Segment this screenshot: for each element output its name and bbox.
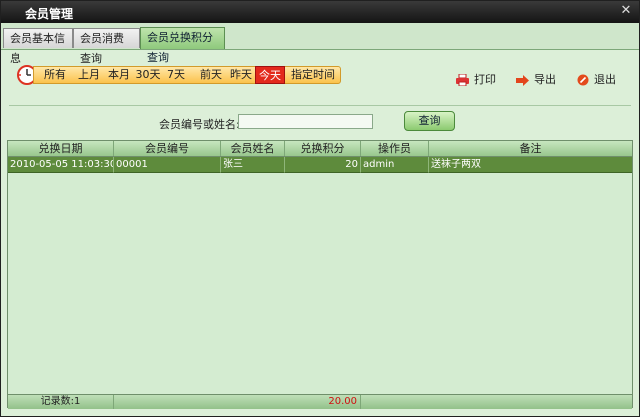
tab-bar: 会员基本信息 会员消费查询 会员兑换积分查询 xyxy=(1,23,639,65)
filter-yesterday[interactable]: 昨天 xyxy=(228,67,254,83)
exit-icon xyxy=(577,74,589,86)
col-operator[interactable]: 操作员 xyxy=(361,141,429,156)
export-label: 导出 xyxy=(534,73,556,86)
cell-date: 2010-05-05 11:03:30 xyxy=(8,157,114,173)
cell-member-no: 00001 xyxy=(114,157,221,173)
member-search-input[interactable] xyxy=(238,114,373,129)
col-exchange-points[interactable]: 兑换积分 xyxy=(285,141,361,156)
search-label: 会员编号或姓名: xyxy=(159,118,240,131)
cell-name: 张三 xyxy=(221,157,285,173)
tab-member-consumption-query[interactable]: 会员消费查询 xyxy=(73,28,140,65)
tab-points-exchange-query[interactable]: 会员兑换积分查询 xyxy=(140,27,225,64)
table-row[interactable]: 2010-05-05 11:03:30 00001 张三 20 admin 送袜… xyxy=(8,157,632,173)
print-button[interactable]: 打印 xyxy=(456,71,496,86)
query-button[interactable]: 查询 xyxy=(404,111,455,131)
close-icon[interactable]: ✕ xyxy=(619,4,633,18)
points-total: 20.00 xyxy=(114,395,361,409)
window-title: 会员管理 xyxy=(25,7,74,21)
record-count: 记录数:1 xyxy=(8,395,114,409)
filter-all[interactable]: 所有 xyxy=(42,67,68,83)
filter-this-month[interactable]: 本月 xyxy=(106,67,132,83)
tab-member-basic-info[interactable]: 会员基本信息 xyxy=(3,28,73,65)
col-exchange-date[interactable]: 兑换日期 xyxy=(8,141,114,156)
footer-spacer xyxy=(361,395,632,409)
member-management-window: 会员管理 ✕ 会员基本信息 会员消费查询 会员兑换积分查询 所有 上月 本月 3… xyxy=(0,0,640,417)
filter-day-before-yesterday[interactable]: 前天 xyxy=(198,67,224,83)
cell-note: 送袜子两双 xyxy=(429,157,632,173)
filter-today[interactable]: 今天 xyxy=(255,66,285,84)
arrow-right-icon xyxy=(516,74,529,86)
date-filter-strip: 所有 上月 本月 30天 7天 前天 昨天 今天 指定时间 xyxy=(33,66,341,84)
title-bar[interactable]: 会员管理 ✕ xyxy=(1,1,639,23)
filter-last-month[interactable]: 上月 xyxy=(76,67,102,83)
col-member-no[interactable]: 会员编号 xyxy=(114,141,221,156)
filter-7-days[interactable]: 7天 xyxy=(166,67,186,83)
col-member-name[interactable]: 会员姓名 xyxy=(221,141,285,156)
col-note[interactable]: 备注 xyxy=(429,141,632,156)
exchange-records-table: 兑换日期 会员编号 会员姓名 兑换积分 操作员 备注 2010-05-05 11… xyxy=(7,140,633,409)
table-footer: 记录数:1 20.00 xyxy=(8,394,632,409)
filter-30-days[interactable]: 30天 xyxy=(135,67,161,83)
printer-icon xyxy=(456,74,469,86)
filter-custom-date[interactable]: 指定时间 xyxy=(288,67,338,83)
exit-label: 退出 xyxy=(594,73,616,86)
export-button[interactable]: 导出 xyxy=(516,71,556,86)
print-label: 打印 xyxy=(474,73,496,86)
cell-operator: admin xyxy=(361,157,429,173)
table-header: 兑换日期 会员编号 会员姓名 兑换积分 操作员 备注 xyxy=(8,141,632,157)
exit-button[interactable]: 退出 xyxy=(577,71,616,86)
cell-points: 20 xyxy=(285,157,361,173)
section-divider xyxy=(9,105,631,106)
